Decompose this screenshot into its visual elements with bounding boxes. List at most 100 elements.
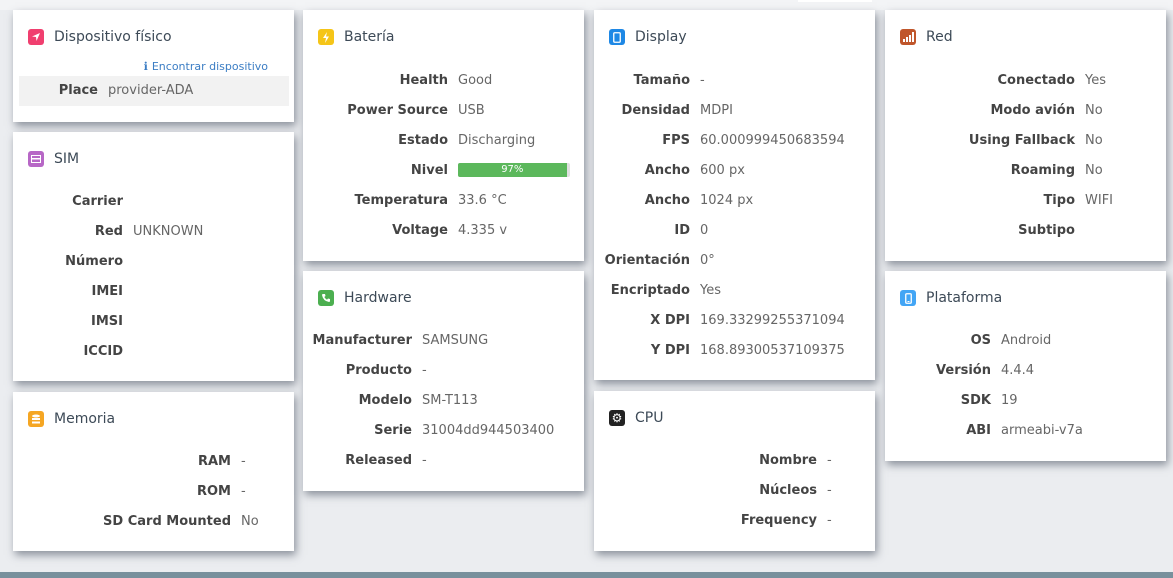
info-row: Tipo WIFI bbox=[885, 186, 1113, 216]
row-label: Ancho bbox=[644, 163, 690, 178]
card-memoria: Memoria RAM - ROM - SD Card Mounted No bbox=[13, 392, 294, 551]
info-row-nivel: Nivel bbox=[303, 156, 448, 186]
info-row: Ancho 1024 px bbox=[594, 186, 753, 216]
info-row: Modelo SM-T113 bbox=[303, 386, 478, 416]
info-row: ICCID bbox=[13, 337, 123, 367]
row-label: Red bbox=[94, 224, 123, 239]
info-row: SDK 19 bbox=[885, 386, 1018, 416]
card-title-label: Plataforma bbox=[926, 290, 1003, 306]
card-title-display: Display bbox=[609, 26, 687, 48]
info-row: Temperatura 33.6 °C bbox=[303, 186, 507, 216]
info-row: Modo avión No bbox=[885, 96, 1102, 126]
info-row: Producto - bbox=[303, 356, 427, 386]
sim-card-icon bbox=[28, 151, 44, 167]
info-row: Encriptado Yes bbox=[594, 276, 721, 306]
row-label: Using Fallback bbox=[968, 133, 1075, 148]
row-label: Número bbox=[65, 254, 123, 269]
cog-icon: ⚙ bbox=[609, 410, 625, 426]
row-label: Temperatura bbox=[354, 193, 448, 208]
info-row: Health Good bbox=[303, 66, 493, 96]
row-label: FPS bbox=[662, 133, 690, 148]
row-value: - bbox=[422, 453, 427, 468]
row-value: 0 bbox=[700, 223, 709, 238]
row-label: RAM bbox=[197, 454, 231, 469]
row-label: IMEI bbox=[91, 284, 124, 299]
card-title-label: Dispositivo físico bbox=[54, 29, 172, 45]
row-label: Carrier bbox=[72, 194, 123, 209]
row-value: 60.000999450683594 bbox=[700, 133, 845, 148]
info-icon: ℹ bbox=[143, 60, 148, 73]
card-bateria: Batería Health Good Power Source USB Estado D… bbox=[303, 10, 584, 261]
row-label: Nombre bbox=[759, 453, 817, 468]
card-title-label: Display bbox=[635, 29, 687, 45]
row-label: Y DPI bbox=[650, 343, 690, 358]
info-row: Núcleos - bbox=[594, 476, 832, 506]
row-label: Released bbox=[345, 453, 412, 468]
row-value: - bbox=[827, 483, 832, 498]
row-label: Voltage bbox=[392, 223, 448, 238]
top-tab-indicator bbox=[798, 0, 872, 2]
card-title-bateria: Batería bbox=[318, 26, 395, 48]
row-value: Yes bbox=[700, 283, 721, 298]
info-row: Ancho 600 px bbox=[594, 156, 745, 186]
row-label: ABI bbox=[966, 423, 991, 438]
info-row: X DPI 169.33299255371094 bbox=[594, 306, 844, 336]
row-value: SM-T113 bbox=[422, 393, 478, 408]
row-value: MDPI bbox=[700, 103, 733, 118]
card-title-red: Red bbox=[900, 26, 953, 48]
row-label: Frequency bbox=[740, 513, 817, 528]
card-title-label: SIM bbox=[54, 151, 80, 167]
row-label: Tipo bbox=[1043, 193, 1075, 208]
info-row: SD Card Mounted No bbox=[13, 507, 259, 537]
database-icon bbox=[28, 411, 44, 427]
row-value: - bbox=[422, 363, 427, 378]
row-value: armeabi-v7a bbox=[1001, 423, 1083, 438]
row-label: Manufacturer bbox=[312, 333, 412, 348]
card-hardware: Hardware Manufacturer SAMSUNG Producto - Mod… bbox=[303, 271, 584, 491]
row-value: Good bbox=[458, 73, 493, 88]
card-dispositivo: Dispositivo físico ℹ Encontrar dispositiv… bbox=[13, 10, 294, 122]
row-label: Encriptado bbox=[610, 283, 690, 298]
row-label: Nivel bbox=[410, 163, 448, 178]
row-label: Conectado bbox=[997, 73, 1075, 88]
find-device-link[interactable]: ℹ Encontrar dispositivo bbox=[144, 60, 268, 73]
row-label: OS bbox=[970, 333, 991, 348]
info-row: Tamaño - bbox=[594, 66, 705, 96]
card-title-label: Hardware bbox=[344, 290, 412, 306]
row-value: 4.4.4 bbox=[1001, 363, 1035, 378]
card-title-cpu: ⚙ CPU bbox=[609, 407, 663, 429]
row-label: Modelo bbox=[358, 393, 412, 408]
card-title-label: CPU bbox=[635, 410, 664, 426]
info-row: OS Android bbox=[885, 326, 1052, 356]
row-value: - bbox=[700, 73, 705, 88]
row-value: Android bbox=[1001, 333, 1052, 348]
row-value: 31004dd944503400 bbox=[422, 423, 555, 438]
bottom-bar bbox=[0, 572, 1173, 578]
info-row: Versión 4.4.4 bbox=[885, 356, 1034, 386]
info-row: Número bbox=[13, 247, 123, 277]
row-value: - bbox=[827, 453, 832, 468]
place-row: Place provider-ADA bbox=[19, 76, 289, 106]
info-row: Y DPI 168.89300537109375 bbox=[594, 336, 845, 366]
row-label: Subtipo bbox=[1018, 223, 1075, 238]
info-row: Estado Discharging bbox=[303, 126, 535, 156]
row-value: - bbox=[827, 513, 832, 528]
row-value: 169.33299255371094 bbox=[700, 313, 845, 328]
card-sim: SIM Carrier Red UNKNOWN Número IMEI IMSI ICCID bbox=[13, 132, 294, 381]
info-row: Nombre - bbox=[594, 446, 832, 476]
row-value: 19 bbox=[1001, 393, 1018, 408]
info-row: Densidad MDPI bbox=[594, 96, 733, 126]
tablet-icon bbox=[609, 29, 625, 45]
row-value: No bbox=[1085, 103, 1103, 118]
info-row: Orientación 0° bbox=[594, 246, 715, 276]
row-value: SAMSUNG bbox=[422, 333, 489, 348]
row-value: 168.89300537109375 bbox=[700, 343, 845, 358]
card-plataforma: Plataforma OS Android Versión 4.4.4 SDK 19 ABI… bbox=[885, 271, 1166, 461]
row-value: Yes bbox=[1085, 73, 1106, 88]
row-label: ICCID bbox=[83, 344, 123, 359]
info-row: Voltage 4.335 v bbox=[303, 216, 507, 246]
battery-level-bar: 97% bbox=[458, 163, 570, 177]
row-value: 600 px bbox=[700, 163, 745, 178]
row-value: USB bbox=[458, 103, 485, 118]
row-value: - bbox=[241, 484, 246, 499]
